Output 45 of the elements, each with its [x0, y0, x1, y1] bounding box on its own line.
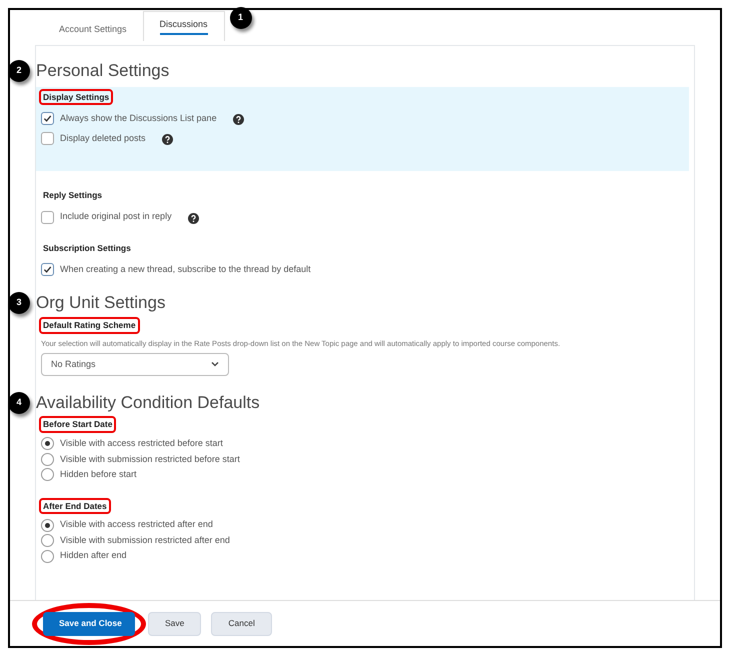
checkbox-label: Display deleted posts — [60, 132, 146, 145]
callout-badge: 3 — [8, 292, 30, 314]
radio-button[interactable] — [41, 518, 54, 532]
checkbox-label: Include original post in reply — [60, 210, 172, 224]
radio-button[interactable] — [41, 452, 54, 466]
radio-label: Visible with submission restricted before start — [60, 452, 240, 466]
tab[interactable]: Discussions — [142, 11, 225, 41]
chevron-down-icon — [211, 361, 219, 368]
radio-button[interactable] — [41, 437, 54, 450]
group-label: Before Start Date — [41, 418, 114, 431]
radio-button[interactable] — [41, 550, 54, 562]
callout-badge: 1 — [230, 7, 252, 29]
radio-button[interactable] — [41, 534, 54, 547]
radio-label: Visible with submission restricted after end — [60, 534, 230, 547]
checkbox[interactable] — [41, 112, 54, 125]
checkbox[interactable] — [41, 132, 54, 145]
checkbox[interactable] — [41, 263, 54, 276]
secondary-button[interactable]: Cancel — [211, 612, 272, 636]
checkbox-label: When creating a new thread, subscribe to the thread by default — [60, 262, 311, 276]
radio-label: Visible with access restricted before start — [60, 437, 223, 450]
check-icon — [43, 265, 52, 274]
group-label: Reply Settings — [42, 189, 104, 202]
rating-select[interactable]: No Ratings — [41, 352, 229, 376]
checkbox-label: Always show the Discussions List pane — [60, 112, 217, 125]
section-heading: Org Unit Settings — [36, 292, 166, 314]
radio-button[interactable] — [41, 468, 54, 482]
radio-label: Visible with access restricted after end — [60, 518, 213, 532]
secondary-button[interactable]: Save — [148, 612, 202, 636]
group-label: Default Rating Scheme — [41, 318, 138, 332]
help-icon[interactable] — [162, 134, 173, 146]
tab[interactable]: Account Settings — [43, 15, 143, 45]
group-label: Subscription Settings — [42, 242, 132, 255]
check-icon — [43, 114, 52, 123]
primary-button[interactable]: Save and Close — [43, 612, 135, 636]
radio-label: Hidden after end — [60, 549, 127, 562]
callout-badge: 4 — [8, 392, 30, 414]
radio-label: Hidden before start — [60, 468, 137, 481]
help-icon[interactable] — [232, 114, 244, 126]
section-heading: Personal Settings — [36, 60, 170, 82]
callout-badge: 2 — [8, 60, 30, 82]
group-label: Display Settings — [41, 90, 112, 104]
group-label: After End Dates — [41, 500, 109, 512]
checkbox[interactable] — [41, 210, 54, 224]
section-heading: Availability Condition Defaults — [36, 392, 260, 414]
help-icon[interactable] — [188, 213, 199, 224]
